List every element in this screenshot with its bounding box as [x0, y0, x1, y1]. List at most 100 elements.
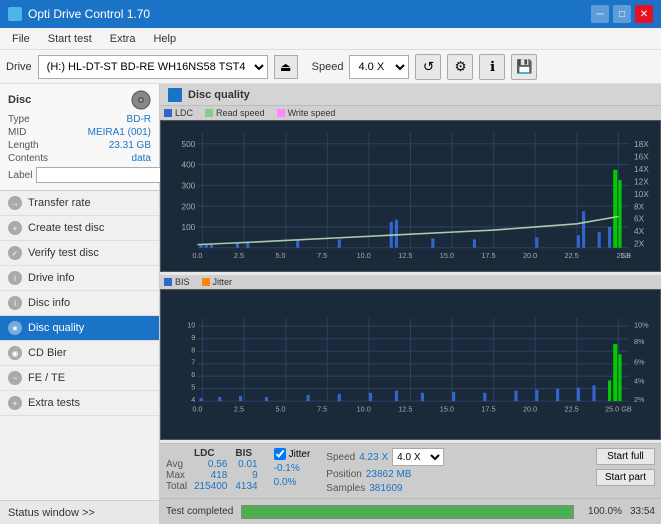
menu-extra[interactable]: Extra [102, 31, 144, 47]
progress-percent: 100.0% [582, 506, 622, 517]
svg-text:4X: 4X [634, 226, 645, 236]
progress-bar-outer [241, 505, 574, 519]
nav-verify-test[interactable]: ✓ Verify test disc [0, 241, 159, 266]
nav-drive-label: Drive info [28, 272, 74, 284]
svg-text:8: 8 [191, 345, 195, 354]
svg-text:12.5: 12.5 [398, 404, 412, 413]
position-value: 23862 MB [366, 469, 412, 480]
write-speed-label: Write speed [288, 108, 336, 118]
label-input[interactable] [36, 167, 174, 183]
svg-text:15.0: 15.0 [440, 251, 454, 260]
svg-text:5.0: 5.0 [275, 404, 285, 413]
svg-text:22.5: 22.5 [565, 404, 579, 413]
svg-text:5.0: 5.0 [275, 251, 285, 260]
svg-text:20.0: 20.0 [523, 251, 537, 260]
bottom-chart: 10 9 8 7 6 5 4 10% 8% 6% 4% 2% 0.0 2.5 5… [160, 289, 661, 441]
svg-text:20.0: 20.0 [523, 404, 537, 413]
svg-text:200: 200 [181, 201, 195, 211]
info-button[interactable]: ℹ [479, 54, 505, 80]
start-part-button[interactable]: Start part [596, 469, 655, 486]
position-label: Position [326, 469, 362, 480]
nav-drive-info[interactable]: i Drive info [0, 266, 159, 291]
extra-tests-icon: + [8, 396, 22, 410]
svg-text:6: 6 [191, 370, 195, 379]
status-window-button[interactable]: Status window >> [0, 500, 159, 524]
bis-total-value: 4134 [235, 481, 265, 492]
menu-start-test[interactable]: Start test [40, 31, 100, 47]
ldc-label: LDC [175, 108, 193, 118]
disc-label-row: Label ✎ [8, 166, 151, 184]
write-speed-color [277, 109, 285, 117]
svg-text:4%: 4% [634, 376, 645, 385]
label-label: Label [8, 170, 32, 181]
jitter-section: Jitter -0.1% 0.0% [274, 448, 311, 488]
svg-text:12X: 12X [634, 176, 649, 186]
jitter-max: 0.0% [274, 477, 311, 488]
jitter-checkbox[interactable] [274, 448, 286, 460]
svg-text:4: 4 [191, 395, 195, 404]
disc-type-row: Type BD-R [8, 114, 151, 125]
contents-value: data [132, 153, 151, 164]
close-button[interactable]: ✕ [635, 5, 653, 23]
nav-cd-bier-label: CD Bier [28, 347, 67, 359]
speed-stat-select[interactable]: 4.0 X [392, 448, 444, 466]
nav-disc-quality[interactable]: ★ Disc quality [0, 316, 159, 341]
menu-file[interactable]: File [4, 31, 38, 47]
speed-stat-label: Speed [326, 452, 355, 463]
bottom-chart-svg: 10 9 8 7 6 5 4 10% 8% 6% 4% 2% 0.0 2.5 5… [161, 290, 660, 440]
nav-create-test[interactable]: + Create test disc [0, 216, 159, 241]
svg-text:10%: 10% [634, 320, 649, 329]
content-area: Disc quality LDC Read speed Write speed [160, 84, 661, 524]
svg-text:7.5: 7.5 [317, 251, 327, 260]
progress-time: 33:54 [630, 506, 655, 517]
disc-panel-header: Disc [8, 90, 151, 110]
svg-text:2.5: 2.5 [234, 251, 244, 260]
main-area: Disc Type BD-R MID MEIRA1 (001) Length 2… [0, 84, 661, 524]
nav-fe-te[interactable]: ~ FE / TE [0, 366, 159, 391]
ldc-legend: LDC [164, 108, 193, 118]
refresh-button[interactable]: ↺ [415, 54, 441, 80]
svg-text:9: 9 [191, 332, 195, 341]
bis-label: BIS [175, 277, 190, 287]
maximize-button[interactable]: □ [613, 5, 631, 23]
drive-select[interactable]: (H:) HL-DT-ST BD-RE WH16NS58 TST4 [38, 55, 268, 79]
svg-text:12.5: 12.5 [398, 251, 412, 260]
nav-disc-info[interactable]: i Disc info [0, 291, 159, 316]
minimize-button[interactable]: ─ [591, 5, 609, 23]
svg-text:0.0: 0.0 [192, 251, 202, 260]
total-row-label: Total [166, 481, 194, 492]
nav-extra-tests[interactable]: + Extra tests [0, 391, 159, 416]
svg-text:2X: 2X [634, 239, 645, 249]
nav-cd-bier[interactable]: ◉ CD Bier [0, 341, 159, 366]
save-button[interactable]: 💾 [511, 54, 537, 80]
status-window-label: Status window >> [8, 507, 95, 519]
svg-text:2%: 2% [634, 395, 645, 404]
avg-row-label: Avg [166, 459, 194, 470]
top-chart: 500 400 300 200 100 18X 16X 14X 12X 10X … [160, 120, 661, 272]
length-value: 23.31 GB [109, 140, 151, 151]
type-value: BD-R [127, 114, 151, 125]
nav-create-label: Create test disc [28, 222, 104, 234]
bis-color [164, 278, 172, 286]
svg-text:10: 10 [187, 320, 195, 329]
svg-text:400: 400 [181, 160, 195, 170]
eject-button[interactable]: ⏏ [274, 55, 298, 79]
titlebar-left: Opti Drive Control 1.70 [8, 7, 150, 21]
start-full-button[interactable]: Start full [596, 448, 655, 465]
menu-help[interactable]: Help [145, 31, 184, 47]
speed-select[interactable]: 4.0 X [349, 55, 409, 79]
disc-icon [131, 90, 151, 110]
samples-row: Samples 381609 [326, 483, 444, 494]
speed-position-section: Speed 4.23 X 4.0 X Position 23862 MB Sam… [326, 448, 444, 494]
nav-transfer-rate[interactable]: → Transfer rate [0, 191, 159, 216]
svg-text:22.5: 22.5 [565, 251, 579, 260]
samples-value: 381609 [369, 483, 402, 494]
config-button[interactable]: ⚙ [447, 54, 473, 80]
svg-text:16X: 16X [634, 151, 649, 161]
ldc-stats-table: LDC BIS Avg 0.56 0.01 Max 418 9 Total 21… [166, 448, 266, 492]
svg-text:GB: GB [620, 251, 631, 260]
bis-legend: BIS [164, 277, 190, 287]
write-speed-legend: Write speed [277, 108, 336, 118]
toolbar: Drive (H:) HL-DT-ST BD-RE WH16NS58 TST4 … [0, 50, 661, 84]
top-chart-svg: 500 400 300 200 100 18X 16X 14X 12X 10X … [161, 121, 660, 271]
